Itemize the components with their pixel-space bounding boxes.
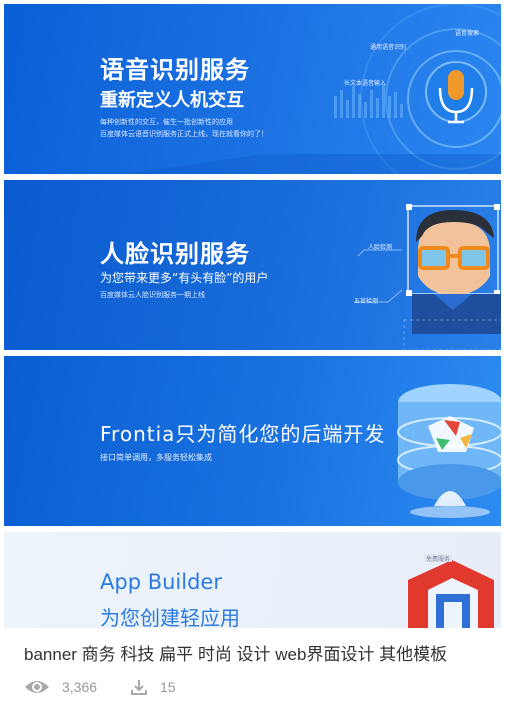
face-tag-features: 五官检测 [354,298,379,305]
banner-frontia[interactable]: Frontia只为简化您的后端开发 接口简单调用，多服务轻松集成 [4,356,501,526]
banner-speech-recognition[interactable]: 语音识别服务 重新定义人机交互 每种创新性的交互，催生一批创新性的应用 百度媒体… [4,4,501,174]
face-banner-graphic [354,204,501,350]
speech-desc-1: 每种创新性的交互，催生一批创新性的应用 [100,118,233,126]
frontia-subtitle: 接口简单调用，多服务轻松集成 [100,453,212,462]
banner-app-builder[interactable]: App Builder 为您创建轻应用 免费服务 [4,532,501,628]
template-tags[interactable]: banner 商务 科技 扁平 时尚 设计 web界面设计 其他模板 [24,640,447,665]
app-builder-subtitle: 为您创建轻应用 [100,606,240,628]
speech-subtitle: 重新定义人机交互 [100,90,244,111]
face-tag-detect: 人脸检测 [368,244,393,251]
speech-tag-longtext: 长文本语音输入 [344,80,387,87]
speech-banner-graphic [4,4,501,174]
face-title: 人脸识别服务 [100,240,250,268]
speech-title: 语音识别服务 [100,56,250,84]
eye-icon [24,678,50,696]
app-builder-badge: 免费服务 [426,556,451,563]
banner-face-recognition[interactable]: 人脸识别服务 为您带来更多“有头有脸”的用户 百度媒体云人脸识别服务一期上线 人… [4,180,501,350]
app-builder-graphic [408,554,494,628]
view-count: 3,366 [24,676,97,698]
face-desc: 百度媒体云人脸识别服务一期上线 [100,291,205,299]
view-count-value: 3,366 [62,679,98,695]
face-subtitle: 为您带来更多“有头有脸”的用户 [100,271,269,285]
download-count: 15 [130,676,176,698]
template-card[interactable]: 语音识别服务 重新定义人机交互 每种创新性的交互，催生一批创新性的应用 百度媒体… [0,0,505,718]
speech-tag-search: 语音搜索 [455,30,480,37]
app-builder-title: App Builder [100,570,222,594]
frontia-title: Frontia只为简化您的后端开发 [100,422,386,446]
download-icon [130,678,148,696]
speech-desc-2: 百度媒体云语音识别服务正式上线，现在就看你的了！ [100,130,268,138]
download-count-value: 15 [160,679,176,695]
speech-tag-general: 通用语音识别 [370,44,407,51]
